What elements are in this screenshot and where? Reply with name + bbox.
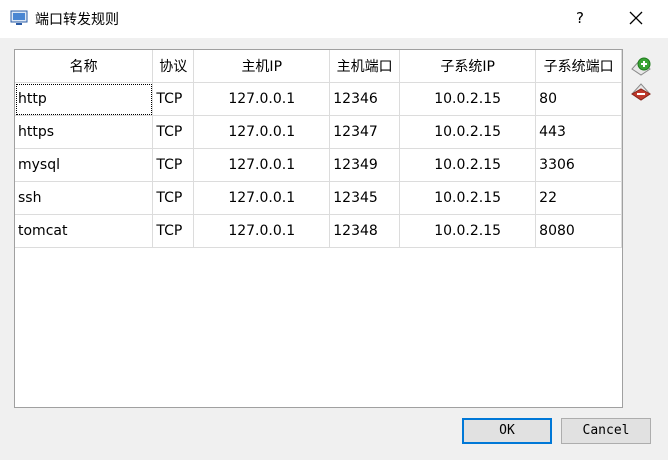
table-row[interactable]: ssh TCP 127.0.0.1 12345 10.0.2.15 22 [15, 181, 622, 215]
cell-host-port[interactable]: 12346 [329, 82, 401, 116]
cell-host-ip[interactable]: 127.0.0.1 [193, 214, 331, 248]
cell-guest-ip[interactable]: 10.0.2.15 [399, 82, 537, 116]
cell-guest-port[interactable]: 3306 [535, 148, 622, 182]
table-row[interactable]: http TCP 127.0.0.1 12346 10.0.2.15 80 [15, 82, 622, 116]
cell-guest-ip[interactable]: 10.0.2.15 [399, 115, 537, 149]
cell-host-ip[interactable]: 127.0.0.1 [193, 181, 331, 215]
help-button[interactable]: ? [568, 6, 592, 30]
cell-name[interactable]: mysql [15, 148, 154, 182]
table-row[interactable]: tomcat TCP 127.0.0.1 12348 10.0.2.15 808… [15, 214, 622, 248]
cell-host-ip[interactable]: 127.0.0.1 [193, 115, 331, 149]
cell-protocol[interactable]: TCP [152, 148, 195, 182]
cancel-button[interactable]: Cancel [561, 418, 651, 444]
cell-name[interactable]: http [15, 82, 154, 116]
ok-button[interactable]: OK [462, 418, 552, 444]
cell-name[interactable]: ssh [15, 181, 154, 215]
remove-rule-icon [630, 83, 652, 106]
close-icon[interactable] [624, 6, 648, 30]
cell-protocol[interactable]: TCP [152, 214, 195, 248]
table-row[interactable]: https TCP 127.0.0.1 12347 10.0.2.15 443 [15, 115, 622, 149]
cell-guest-port[interactable]: 80 [535, 82, 622, 116]
column-header-guest-port[interactable]: 子系统端口 [535, 50, 622, 83]
cell-host-port[interactable]: 12348 [329, 214, 401, 248]
cell-name[interactable]: tomcat [15, 214, 154, 248]
column-header-protocol[interactable]: 协议 [152, 50, 195, 83]
cell-host-port[interactable]: 12347 [329, 115, 401, 149]
cell-guest-ip[interactable]: 10.0.2.15 [399, 214, 537, 248]
add-rule-button[interactable] [630, 55, 652, 77]
column-header-name[interactable]: 名称 [15, 50, 154, 83]
network-window-icon [10, 9, 28, 27]
table-header-row: 名称 协议 主机IP 主机端口 子系统IP 子系统端口 [15, 50, 622, 83]
cell-guest-ip[interactable]: 10.0.2.15 [399, 148, 537, 182]
column-header-host-ip[interactable]: 主机IP [193, 50, 331, 83]
remove-rule-button[interactable] [630, 80, 652, 102]
cell-host-port[interactable]: 12349 [329, 148, 401, 182]
cell-name[interactable]: https [15, 115, 154, 149]
port-forward-table[interactable]: 名称 协议 主机IP 主机端口 子系统IP 子系统端口 http TCP 127… [14, 49, 623, 408]
table-row[interactable]: mysql TCP 127.0.0.1 12349 10.0.2.15 3306 [15, 148, 622, 182]
cell-protocol[interactable]: TCP [152, 181, 195, 215]
cell-protocol[interactable]: TCP [152, 82, 195, 116]
add-rule-icon [630, 57, 652, 81]
rules-grid: 名称 协议 主机IP 主机端口 子系统IP 子系统端口 http TCP 127… [15, 50, 622, 248]
cell-guest-port[interactable]: 8080 [535, 214, 622, 248]
cell-protocol[interactable]: TCP [152, 115, 195, 149]
cell-guest-port[interactable]: 22 [535, 181, 622, 215]
cell-host-ip[interactable]: 127.0.0.1 [193, 82, 331, 116]
column-header-guest-ip[interactable]: 子系统IP [399, 50, 537, 83]
cell-guest-ip[interactable]: 10.0.2.15 [399, 181, 537, 215]
cell-host-port[interactable]: 12345 [329, 181, 401, 215]
cell-host-ip[interactable]: 127.0.0.1 [193, 148, 331, 182]
window-title: 端口转发规则 [35, 12, 119, 28]
cell-guest-port[interactable]: 443 [535, 115, 622, 149]
title-bar: 端口转发规则 ? [0, 0, 668, 38]
column-header-host-port[interactable]: 主机端口 [329, 50, 401, 83]
